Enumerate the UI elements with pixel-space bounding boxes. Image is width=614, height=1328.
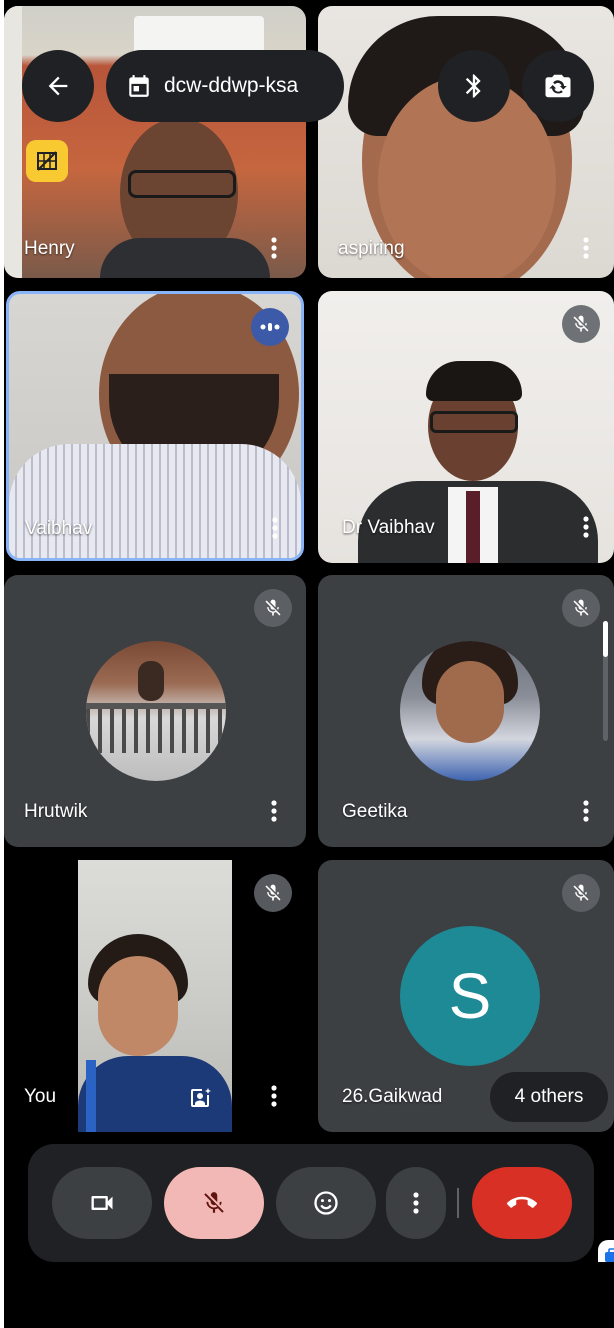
tie	[466, 491, 480, 563]
mic-off-indicator	[254, 589, 292, 627]
mic-off-icon	[204, 1192, 224, 1213]
camera-off-badge-icon	[26, 140, 68, 182]
calendar-icon	[129, 75, 149, 97]
others-button[interactable]: 4 others	[490, 1072, 608, 1122]
participant-tile-aspiring[interactable]: aspiring	[318, 6, 614, 278]
participant-tile-gaikwad[interactable]: S 26.Gaikwad 4 others	[318, 860, 614, 1132]
portrait-effects-icon	[191, 1088, 211, 1107]
scrollbar-track[interactable]	[603, 621, 608, 741]
back-button[interactable]	[22, 50, 94, 122]
bluetooth-icon	[465, 74, 481, 98]
arrow-back-icon	[48, 76, 68, 96]
glasses	[430, 411, 518, 433]
meet-screen: Henry aspiring dcw-ddwp-ksa Vaibhav Dr V…	[4, 0, 614, 1328]
more-options-icon[interactable]	[574, 507, 598, 547]
briefcase-icon	[605, 1248, 614, 1262]
more-options-button[interactable]	[386, 1167, 446, 1239]
mic-off-icon	[265, 599, 281, 616]
participant-tile-you[interactable]: You	[4, 860, 306, 1132]
participant-tile-geetika[interactable]: Geetika	[318, 575, 614, 847]
participant-name: Geetika	[342, 801, 408, 822]
switch-camera-button[interactable]	[522, 50, 594, 122]
participant-tile-henry[interactable]: Henry	[4, 6, 306, 278]
participant-name: aspiring	[338, 238, 405, 259]
mic-off-indicator	[562, 874, 600, 912]
person	[138, 661, 164, 701]
railing	[86, 703, 226, 753]
mic-off-icon	[573, 599, 589, 616]
face	[98, 956, 178, 1056]
participant-tile-hrutwik[interactable]: Hrutwik	[4, 575, 306, 847]
camera-toggle-button[interactable]	[52, 1167, 152, 1239]
mic-toggle-button[interactable]	[164, 1167, 264, 1239]
switch-camera-icon	[545, 74, 571, 98]
more-options-icon[interactable]	[574, 228, 598, 268]
more-options-icon[interactable]	[574, 791, 598, 831]
more-options-icon[interactable]	[262, 791, 286, 831]
lanyard	[86, 1060, 96, 1132]
portrait-effects-button[interactable]	[182, 1080, 218, 1116]
hang-up-button[interactable]	[472, 1167, 572, 1239]
mic-off-indicator	[562, 305, 600, 343]
audio-output-button[interactable]	[438, 50, 510, 122]
participant-name: You	[24, 1086, 57, 1107]
more-vert-icon	[413, 1192, 419, 1214]
corner-indicator	[598, 1240, 614, 1262]
mic-off-indicator	[562, 589, 600, 627]
participant-name: Vaibhav	[25, 518, 93, 539]
door-frame	[4, 6, 22, 278]
reactions-button[interactable]	[276, 1167, 376, 1239]
participant-name: Henry	[24, 238, 75, 259]
avatar-letter: S	[448, 960, 492, 1032]
more-options-icon[interactable]	[262, 1076, 286, 1116]
emoji-icon	[314, 1191, 338, 1215]
meeting-code: dcw-ddwp-ksa	[164, 74, 299, 97]
mic-off-icon	[573, 315, 589, 332]
participant-name: 26.Gaikwad	[342, 1086, 443, 1107]
mic-off-icon	[265, 884, 281, 901]
participant-name: Hrutwik	[24, 801, 88, 822]
mic-off-indicator	[254, 874, 292, 912]
speaking-indicator-icon	[251, 308, 289, 346]
participant-name: Dr Vaibhav	[342, 517, 435, 538]
scrollbar-thumb[interactable]	[603, 621, 608, 657]
controls-divider	[457, 1188, 459, 1218]
shirt	[100, 238, 270, 278]
face	[436, 661, 504, 743]
others-label: 4 others	[514, 1086, 584, 1107]
call-end-icon	[507, 1196, 537, 1208]
participant-tile-dr-vaibhav[interactable]: Dr Vaibhav	[318, 291, 614, 563]
glasses	[128, 170, 236, 198]
participant-tile-vaibhav[interactable]: Vaibhav	[6, 291, 304, 561]
more-options-icon[interactable]	[262, 228, 286, 268]
hair	[426, 361, 522, 401]
avatar-gaikwad: S	[400, 926, 540, 1066]
striped-shirt	[9, 444, 301, 558]
videocam-icon	[91, 1196, 113, 1210]
meeting-info-button[interactable]: dcw-ddwp-ksa	[106, 50, 344, 122]
profile-picture-hrutwik	[86, 641, 226, 781]
more-options-icon[interactable]	[263, 508, 287, 548]
mic-off-icon	[573, 884, 589, 901]
profile-picture-geetika	[400, 641, 540, 781]
